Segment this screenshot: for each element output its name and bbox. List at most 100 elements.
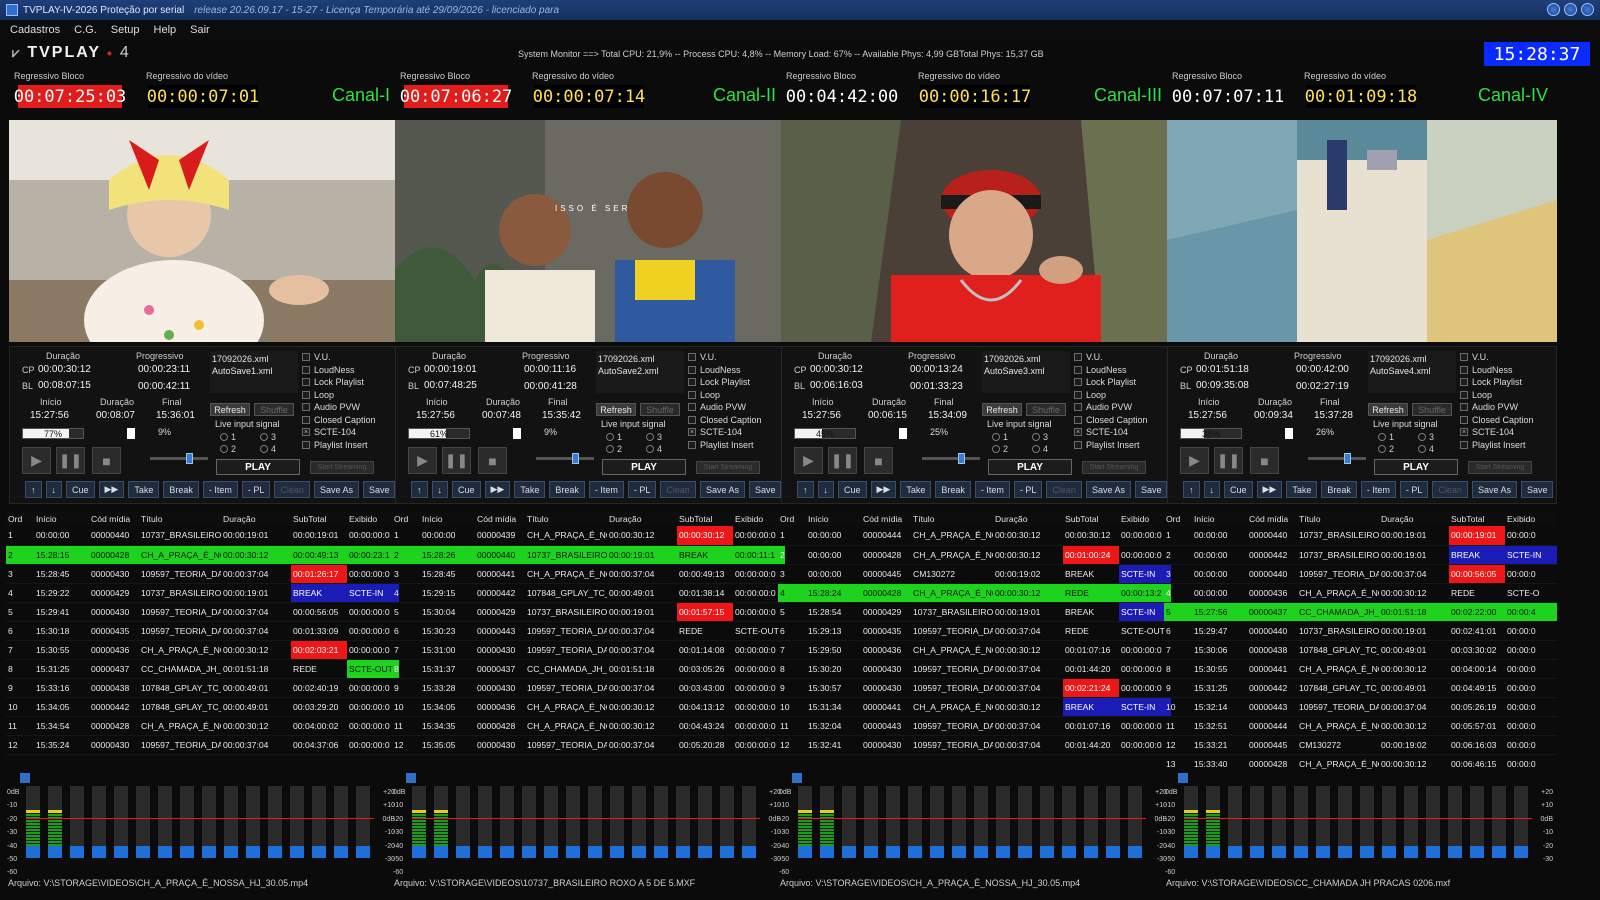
meter-mute-button[interactable] bbox=[632, 846, 646, 858]
stop-icon[interactable]: ■ bbox=[478, 447, 507, 474]
option-1[interactable]: LoudNess bbox=[302, 364, 398, 377]
move-up-button[interactable]: ↑ bbox=[25, 481, 42, 498]
slider-knob[interactable] bbox=[958, 453, 965, 464]
btn-3[interactable]: - Item bbox=[202, 481, 238, 498]
table-row[interactable]: 1 00:00:00 00000444 CH_A_PRAÇA_É_NOSSA 0… bbox=[778, 526, 1171, 546]
checkbox-icon[interactable] bbox=[302, 440, 310, 449]
btn-4[interactable]: - PL bbox=[241, 481, 271, 498]
meter-mute-button[interactable] bbox=[952, 846, 966, 858]
meter-mute-button[interactable] bbox=[48, 846, 62, 858]
option-0[interactable]: V.U. bbox=[1074, 351, 1170, 364]
minimize-icon[interactable] bbox=[1547, 3, 1560, 16]
btn-0[interactable]: Cue bbox=[838, 481, 867, 498]
meter-mute-button[interactable] bbox=[1062, 846, 1076, 858]
col-header[interactable]: Início bbox=[806, 511, 861, 526]
option-4[interactable]: Audio PVW bbox=[302, 401, 398, 414]
meter-mute-button[interactable] bbox=[224, 846, 238, 858]
checkbox-icon[interactable] bbox=[1074, 415, 1082, 424]
btn-1[interactable]: Take bbox=[128, 481, 160, 498]
table-row[interactable]: 6 15:29:47 00000440 10737_BRASILEIRO_ROX… bbox=[1164, 621, 1557, 641]
volume-slider[interactable] bbox=[1308, 453, 1366, 464]
volume-slider[interactable] bbox=[536, 453, 594, 464]
live-input-2[interactable]: 2 bbox=[1378, 444, 1394, 454]
btn-1[interactable]: Take bbox=[900, 481, 932, 498]
checkbox-icon[interactable]: × bbox=[302, 428, 310, 437]
meter-mute-button[interactable] bbox=[158, 846, 172, 858]
col-header[interactable]: Duração bbox=[1379, 511, 1449, 526]
table-row[interactable]: 10 15:31:34 00000441 CH_A_PRAÇA_É_NOSSA … bbox=[778, 697, 1171, 717]
col-header[interactable]: Título bbox=[525, 511, 607, 526]
option-3[interactable]: Loop bbox=[688, 389, 784, 402]
start-streaming-button[interactable]: Start Streaming bbox=[1468, 461, 1532, 474]
move-down-button[interactable]: ↓ bbox=[817, 481, 834, 498]
table-row[interactable]: 3 15:28:45 00000430 109597_TEORIA_DA_MAG… bbox=[6, 564, 399, 584]
next-button[interactable]: ▶▶ bbox=[98, 481, 125, 498]
menu-help[interactable]: Help bbox=[154, 24, 177, 36]
meter-mute-button[interactable] bbox=[698, 846, 712, 858]
checkbox-icon[interactable] bbox=[1074, 440, 1082, 449]
meter-mute-button[interactable] bbox=[1514, 846, 1528, 858]
btn-3[interactable]: - Item bbox=[974, 481, 1010, 498]
move-down-button[interactable]: ↓ bbox=[45, 481, 62, 498]
table-row[interactable]: 9 15:30:57 00000430 109597_TEORIA_DA_MAG… bbox=[778, 678, 1171, 698]
table-row[interactable]: 10 15:32:14 00000443 109597_TEORIA_DA_MA… bbox=[1164, 697, 1557, 717]
checkbox-icon[interactable] bbox=[1460, 378, 1468, 387]
col-header[interactable]: Início bbox=[34, 511, 89, 526]
meter-mute-button[interactable] bbox=[202, 846, 216, 858]
table-row[interactable]: 11 15:32:04 00000443 109597_TEORIA_DA_MA… bbox=[778, 716, 1171, 736]
play-button[interactable]: PLAY bbox=[1374, 459, 1458, 475]
meter-mute-button[interactable] bbox=[1250, 846, 1264, 858]
table-row[interactable]: 1 00:00:00 00000440 10737_BRASILEIRO_ROX… bbox=[1164, 526, 1557, 546]
table-row[interactable]: 8 15:31:37 00000437 CC_CHAMADA_JH_PRACAS… bbox=[392, 659, 785, 679]
col-header[interactable]: Exibido bbox=[1505, 511, 1557, 526]
table-row[interactable]: 12 15:35:05 00000430 109597_TEORIA_DA_MA… bbox=[392, 735, 785, 755]
checkbox-icon[interactable] bbox=[688, 390, 696, 399]
table-row[interactable]: 9 15:33:28 00000430 109597_TEORIA_DA_MAG… bbox=[392, 678, 785, 698]
meter-mute-button[interactable] bbox=[886, 846, 900, 858]
col-header[interactable]: Cód mídia bbox=[475, 511, 525, 526]
checkbox-icon[interactable] bbox=[1460, 415, 1468, 424]
btn-2[interactable]: Break bbox=[935, 481, 971, 498]
meter-mute-button[interactable] bbox=[268, 846, 282, 858]
meter-mute-button[interactable] bbox=[246, 846, 260, 858]
meter-mute-button[interactable] bbox=[1338, 846, 1352, 858]
move-up-button[interactable]: ↑ bbox=[797, 481, 814, 498]
checkbox-icon[interactable]: × bbox=[1074, 428, 1082, 437]
table-row[interactable]: 3 00:00:00 00000445 CM130272 00:00:19:02… bbox=[778, 564, 1171, 584]
btn-7[interactable]: Save bbox=[1134, 481, 1168, 498]
option-2[interactable]: Lock Playlist bbox=[688, 376, 784, 389]
table-row[interactable]: 7 15:31:00 00000430 109597_TEORIA_DA_MAG… bbox=[392, 640, 785, 660]
shuffle-button[interactable]: Shuffle bbox=[1026, 403, 1066, 416]
live-input-2[interactable]: 2 bbox=[220, 444, 236, 454]
meter-mute-button[interactable] bbox=[312, 846, 326, 858]
option-0[interactable]: V.U. bbox=[1460, 351, 1556, 364]
meter-mute-button[interactable] bbox=[1018, 846, 1032, 858]
col-header[interactable]: Título bbox=[911, 511, 993, 526]
col-header[interactable]: SubTotal bbox=[1063, 511, 1119, 526]
option-1[interactable]: LoudNess bbox=[688, 364, 784, 377]
meter-mute-button[interactable] bbox=[1382, 846, 1396, 858]
table-row[interactable]: 3 00:00:00 00000440 109597_TEORIA_DA_MAG… bbox=[1164, 564, 1557, 584]
meter-mute-button[interactable] bbox=[544, 846, 558, 858]
table-row[interactable]: 7 15:30:06 00000438 107848_GPLAY_TC_LOCA… bbox=[1164, 640, 1557, 660]
btn-6[interactable]: Save As bbox=[699, 481, 745, 498]
btn-2[interactable]: Break bbox=[1321, 481, 1357, 498]
btn-2[interactable]: Break bbox=[163, 481, 199, 498]
col-header[interactable]: Cód mídia bbox=[861, 511, 911, 526]
menu-cg[interactable]: C.G. bbox=[74, 24, 97, 36]
btn-5[interactable]: Clean bbox=[274, 481, 310, 498]
meter-mute-button[interactable] bbox=[1128, 846, 1142, 858]
meter-mute-button[interactable] bbox=[1492, 846, 1506, 858]
menu-cadastros[interactable]: Cadastros bbox=[10, 24, 60, 36]
play-icon[interactable]: ▶ bbox=[1180, 447, 1209, 474]
live-input-1[interactable]: 1 bbox=[220, 432, 236, 442]
meter-mute-button[interactable] bbox=[1206, 846, 1220, 858]
live-input-1[interactable]: 1 bbox=[1378, 432, 1394, 442]
next-button[interactable]: ▶▶ bbox=[870, 481, 897, 498]
pause-icon[interactable]: ❚❚ bbox=[442, 447, 471, 474]
meter-mute-button[interactable] bbox=[864, 846, 878, 858]
meter-mute-button[interactable] bbox=[500, 846, 514, 858]
option-6[interactable]: × SCTE-104 bbox=[302, 426, 398, 439]
checkbox-icon[interactable] bbox=[688, 415, 696, 424]
col-header[interactable]: Ord bbox=[392, 511, 420, 526]
